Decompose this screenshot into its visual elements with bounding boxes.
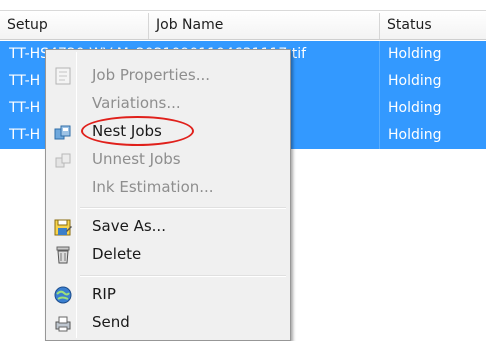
menu-item-label: Delete <box>92 245 142 263</box>
row-status: Holding <box>388 100 442 116</box>
menu-item-delete[interactable]: Delete <box>48 241 288 268</box>
menu-item-send[interactable]: Send <box>48 309 288 336</box>
menu-item-label: Send <box>92 313 130 331</box>
menu-item-save-as[interactable]: Save As... <box>48 213 288 240</box>
column-header-setup[interactable]: Setup <box>0 11 148 39</box>
menu-item-ink-estimation[interactable]: Ink Estimation... <box>48 174 288 201</box>
send-icon <box>55 316 71 332</box>
menu-item-job-properties[interactable]: Job Properties... <box>48 62 288 89</box>
delete-icon <box>56 246 70 264</box>
menu-item-variations[interactable]: Variations... <box>48 90 288 117</box>
row-status: Holding <box>388 46 442 62</box>
menu-item-label: Save As... <box>92 217 166 235</box>
row-status: Holding <box>388 127 442 143</box>
menu-item-label: Job Properties... <box>92 66 211 84</box>
unnest-jobs-icon <box>55 153 71 168</box>
context-menu: Job Properties... Variations... Nest Job… <box>45 49 291 341</box>
menu-separator <box>80 207 286 209</box>
menu-item-unnest-jobs[interactable]: Unnest Jobs <box>48 146 288 173</box>
job-properties-icon <box>55 67 71 85</box>
menu-item-label: Variations... <box>92 94 181 112</box>
save-as-icon <box>54 219 72 236</box>
menu-item-rip[interactable]: RIP <box>48 281 288 308</box>
row-divider <box>379 68 380 95</box>
nest-jobs-icon <box>54 125 71 140</box>
rip-icon <box>54 286 72 304</box>
table-header: Setup Job Name Status <box>0 10 486 40</box>
menu-item-label: Ink Estimation... <box>92 178 214 196</box>
menu-separator <box>80 275 286 277</box>
row-divider <box>379 41 380 68</box>
menu-item-label: RIP <box>92 285 116 303</box>
row-divider <box>379 122 380 149</box>
column-header-status[interactable]: Status <box>380 11 486 39</box>
annotation-circle <box>81 116 194 146</box>
menu-item-label: Unnest Jobs <box>92 150 181 168</box>
row-divider <box>379 95 380 122</box>
column-header-job-name[interactable]: Job Name <box>149 11 379 39</box>
row-status: Holding <box>388 73 442 89</box>
